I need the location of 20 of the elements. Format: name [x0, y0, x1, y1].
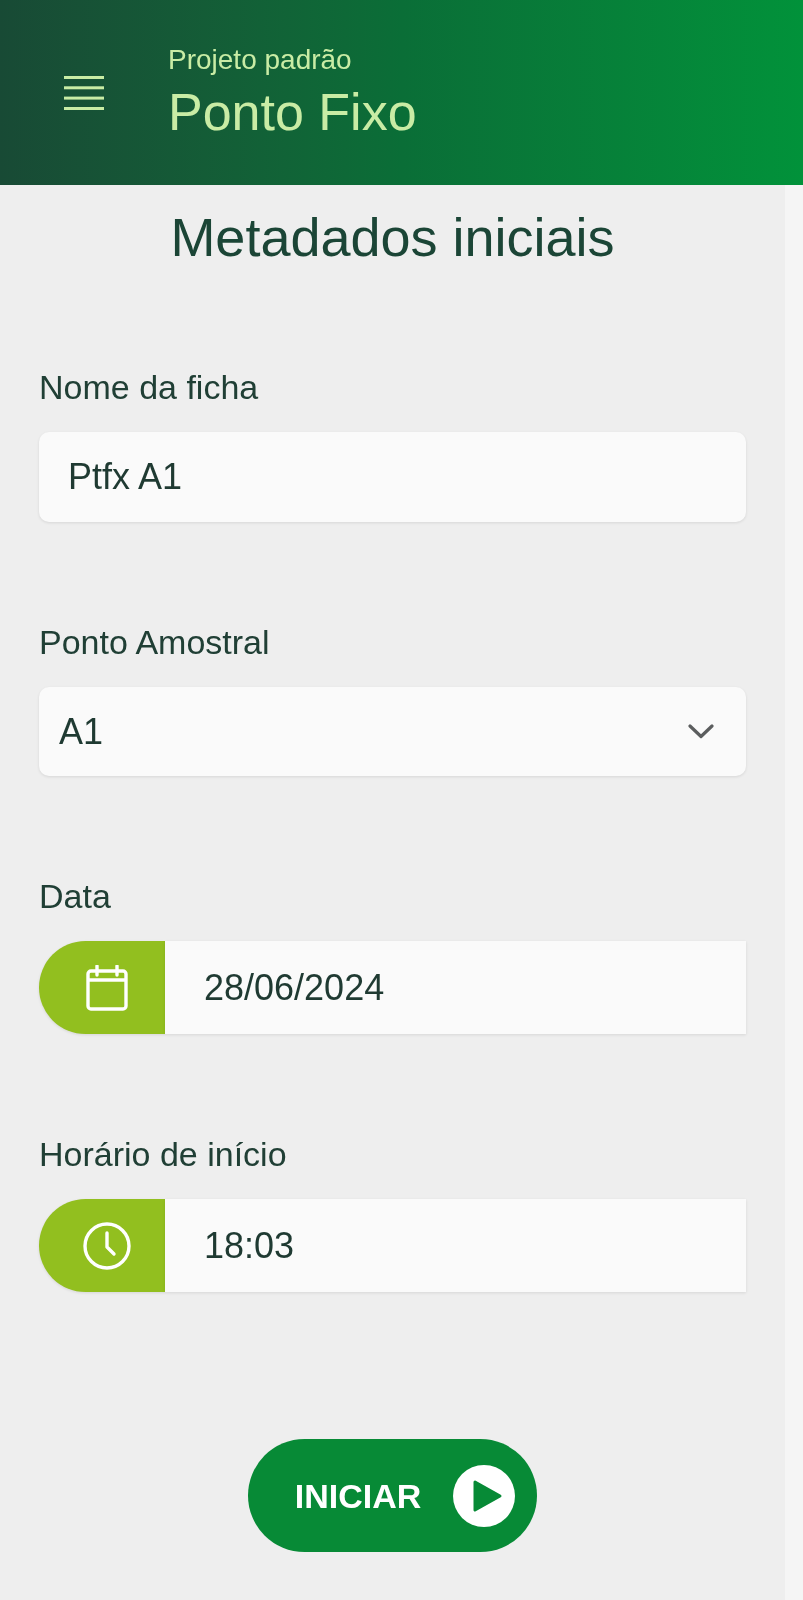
page-title: Metadados iniciais: [170, 207, 615, 267]
chevron-down-icon: [688, 724, 714, 739]
play-icon: [453, 1464, 516, 1527]
menu-icon: [64, 75, 104, 110]
clock-icon: [83, 1221, 131, 1270]
app-title: Ponto Fixo: [168, 81, 417, 142]
time-field[interactable]: 18:03: [165, 1199, 746, 1292]
project-subtitle: Projeto padrão: [168, 43, 353, 76]
field-label: Data: [39, 876, 111, 916]
select-field[interactable]: A1: [39, 687, 746, 776]
field-label: Horário de início: [39, 1134, 287, 1174]
start-button[interactable]: INICIAR: [247, 1439, 538, 1552]
menu-button[interactable]: [64, 75, 104, 110]
calendar-icon: [86, 964, 128, 1011]
date-field[interactable]: 28/06/2024: [165, 941, 746, 1034]
text-field[interactable]: Ptfx A1: [39, 432, 746, 522]
calendar-button[interactable]: [39, 941, 165, 1034]
clock-button[interactable]: [39, 1199, 165, 1292]
field-label: Nome da ficha: [39, 367, 259, 407]
field-label: Ponto Amostral: [39, 622, 270, 662]
